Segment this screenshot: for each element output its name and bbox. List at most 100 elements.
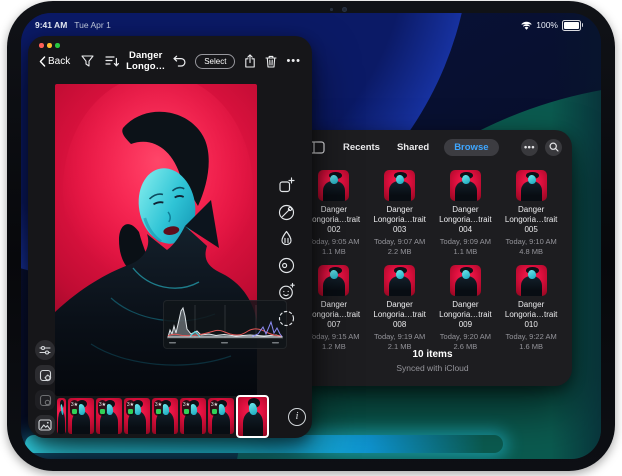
main-photo-canvas[interactable] <box>55 84 257 396</box>
filmstrip-thumb-selected[interactable] <box>236 395 269 438</box>
file-date: Today, 9:05 AM <box>308 237 359 246</box>
undo-icon[interactable] <box>172 55 186 67</box>
file-thumbnail[interactable] <box>516 170 547 201</box>
tab-shared[interactable]: Shared <box>395 139 431 156</box>
green-tag <box>72 409 77 414</box>
filmstrip-thumb[interactable]: 3★ <box>96 398 122 434</box>
file-name: Danger Longoria…trait 004 <box>433 205 497 235</box>
filmstrip-thumb[interactable]: 3★ <box>208 398 234 434</box>
rating-text: 3★ <box>99 402 106 408</box>
more-icon[interactable]: ••• <box>286 58 301 64</box>
adjust-tool-icon[interactable] <box>277 229 296 248</box>
file-thumbnail[interactable] <box>516 265 547 296</box>
filmstrip-thumb[interactable]: 3★ <box>124 398 150 434</box>
file-thumbnail[interactable] <box>450 265 481 296</box>
file-name: Danger Longoria…trait 005 <box>499 205 563 235</box>
share-icon[interactable] <box>244 54 256 68</box>
adjustments-button[interactable] <box>35 340 55 360</box>
histogram-panel <box>163 300 287 349</box>
sort-icon[interactable] <box>105 55 119 67</box>
battery-percent: 100% <box>536 20 558 30</box>
retouch-tool-icon[interactable] <box>277 282 296 301</box>
file-date: Today, 9:22 AM <box>506 332 557 341</box>
file-name: Danger Longoria…trait 010 <box>499 300 563 330</box>
rating-text: 3★ <box>211 402 218 408</box>
file-name: Danger Longoria…trait 009 <box>433 300 497 330</box>
select-button[interactable]: Select <box>195 54 235 69</box>
rating-text: 3★ <box>71 402 78 408</box>
file-item[interactable]: Danger Longoria…trait 003 Today, 9:07 AM… <box>367 170 433 256</box>
enhance-tool-icon[interactable] <box>277 176 296 195</box>
side-button-rail <box>35 340 55 435</box>
file-thumbnail[interactable] <box>318 170 349 201</box>
rating-badge: 3★ <box>70 400 79 416</box>
window-controls[interactable] <box>39 43 60 48</box>
files-grid: Danger Longoria…trait 002 Today, 9:05 AM… <box>301 170 564 351</box>
search-icon[interactable] <box>545 139 562 156</box>
file-thumbnail[interactable] <box>450 170 481 201</box>
settings-button[interactable] <box>35 365 55 385</box>
file-date: Today, 9:20 AM <box>440 332 491 341</box>
file-thumbnail[interactable] <box>318 265 349 296</box>
front-camera <box>342 7 347 12</box>
file-item[interactable]: Danger Longoria…trait 009 Today, 9:20 AM… <box>433 265 499 351</box>
compare-button[interactable] <box>35 390 55 410</box>
file-item[interactable]: Danger Longoria…trait 010 Today, 9:22 AM… <box>498 265 564 351</box>
files-toolbar: Recents Shared Browse ••• <box>293 130 572 164</box>
back-button[interactable]: Back <box>39 56 70 67</box>
ipad-screen: 9:41 AM Tue Apr 1 100% Recents Shared Brow… <box>21 13 601 459</box>
file-item[interactable]: Danger Longoria…trait 004 Today, 9:09 AM… <box>433 170 499 256</box>
close-window-dot[interactable] <box>39 43 44 48</box>
info-button[interactable]: i <box>288 408 306 426</box>
filmstrip-thumb[interactable]: 3★ <box>180 398 206 434</box>
filmstrip-thumb[interactable]: 3★ <box>68 398 94 434</box>
file-thumbnail[interactable] <box>384 265 415 296</box>
file-date: Today, 9:15 AM <box>308 332 359 341</box>
file-date: Today, 9:07 AM <box>374 237 425 246</box>
file-name: Danger Longoria…trait 003 <box>368 205 432 235</box>
file-item[interactable]: Danger Longoria…trait 005 Today, 9:10 AM… <box>498 170 564 256</box>
file-date: Today, 9:19 AM <box>374 332 425 341</box>
tab-browse[interactable]: Browse <box>444 139 498 156</box>
more-circle-icon[interactable]: ••• <box>521 139 538 156</box>
minimize-window-dot[interactable] <box>47 43 52 48</box>
status-time: 9:41 AM <box>35 20 67 30</box>
green-tag <box>100 409 105 414</box>
thumbnail-art <box>455 181 477 201</box>
status-bar: 9:41 AM Tue Apr 1 100% <box>21 17 601 33</box>
file-size: 1.1 MB <box>322 247 346 256</box>
file-name: Danger Longoria…trait 008 <box>368 300 432 330</box>
trash-icon[interactable] <box>265 55 277 68</box>
filmstrip-thumb[interactable]: 3★ <box>152 398 178 434</box>
selection-tool-icon[interactable] <box>277 309 296 328</box>
filmstrip: 3★ 3★ 3★ 3★ 3★ 3★ <box>57 396 283 436</box>
rating-text: 3★ <box>183 402 190 408</box>
sync-status: Synced with iCloud <box>293 363 572 373</box>
editor-toolbar: Back Danger Longo… Select <box>28 49 312 73</box>
file-date: Today, 9:09 AM <box>440 237 491 246</box>
battery-icon <box>562 20 581 31</box>
wifi-icon <box>521 21 532 30</box>
rating-text: 3★ <box>155 402 162 408</box>
tool-rail <box>276 176 296 328</box>
thumbnail-art <box>389 181 411 201</box>
items-count: 10 items <box>293 349 572 360</box>
rating-text: 3★ <box>127 402 134 408</box>
file-item[interactable]: Danger Longoria…trait 008 Today, 9:19 AM… <box>367 265 433 351</box>
photo-editor-window: Back Danger Longo… Select <box>28 36 312 438</box>
zoom-window-dot[interactable] <box>55 43 60 48</box>
filter-icon[interactable] <box>81 55 94 67</box>
file-size: 1.1 MB <box>453 247 477 256</box>
white-balance-tool-icon[interactable] <box>277 203 296 222</box>
files-tabs: Recents Shared Browse <box>341 139 499 156</box>
thumbnail-art <box>323 181 345 201</box>
green-tag <box>212 409 217 414</box>
library-button[interactable] <box>35 415 55 435</box>
clone-tool-icon[interactable] <box>277 256 296 275</box>
file-thumbnail[interactable] <box>384 170 415 201</box>
filmstrip-thumb[interactable] <box>57 398 66 434</box>
rating-badge: 3★ <box>154 400 163 416</box>
ipad-device: 9:41 AM Tue Apr 1 100% Recents Shared Brow… <box>7 1 615 471</box>
tab-recents[interactable]: Recents <box>341 139 382 156</box>
file-date: Today, 9:10 AM <box>506 237 557 246</box>
